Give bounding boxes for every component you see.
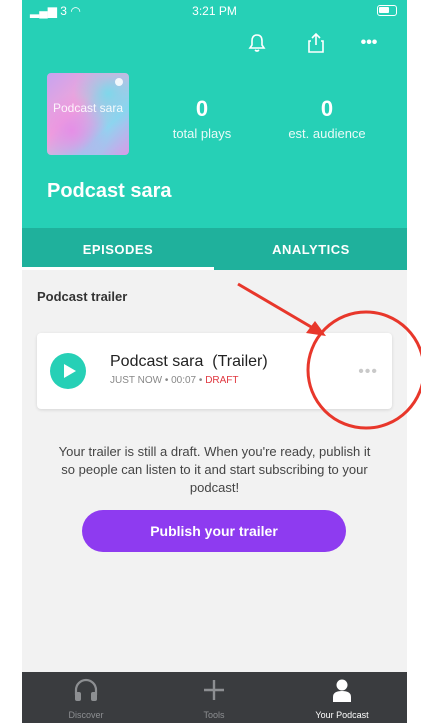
battery-icon xyxy=(377,5,397,16)
status-time: 3:21 PM xyxy=(192,4,237,18)
draft-message: Your trailer is still a draft. When you'… xyxy=(58,444,371,495)
person-icon xyxy=(278,677,406,703)
total-plays-stat: 0 total plays xyxy=(157,96,247,141)
nav-tools-label: Tools xyxy=(203,710,225,720)
total-plays-value: 0 xyxy=(195,96,209,121)
est-audience-value: 0 xyxy=(320,96,334,121)
publish-trailer-button[interactable]: Publish your trailer xyxy=(82,510,346,552)
est-audience-stat: 0 est. audience xyxy=(272,96,382,141)
podcast-title: Podcast sara xyxy=(47,180,172,202)
bell-icon[interactable] xyxy=(244,30,270,56)
podcast-artwork: Podcast sara xyxy=(47,73,129,155)
artwork-text: Podcast sara xyxy=(52,101,124,115)
tab-bar: EPISODES ANALYTICS xyxy=(22,228,407,270)
episode-title: Podcast sara (Trailer) xyxy=(110,353,268,370)
tab-episodes[interactable]: EPISODES xyxy=(22,228,214,270)
more-options-icon[interactable]: ••• xyxy=(356,30,382,56)
ellipsis-icon[interactable]: ••• xyxy=(358,363,378,381)
total-plays-label: total plays xyxy=(172,126,232,141)
episode-card[interactable]: Podcast sara (Trailer) JUST NOW • 00:07 … xyxy=(37,333,392,409)
nav-your-podcast[interactable]: Your Podcast xyxy=(278,672,406,723)
plus-icon xyxy=(150,677,278,703)
nav-tools[interactable]: Tools xyxy=(150,672,278,723)
app-screen: ▂▄▆ 3 ◠ 3:21 PM ••• Podcast sara 0 total… xyxy=(22,0,407,723)
tab-analytics[interactable]: ANALYTICS xyxy=(215,228,407,270)
nav-discover-label: Discover xyxy=(68,710,104,720)
episode-meta-text: JUST NOW • 00:07 • xyxy=(110,375,206,386)
share-icon[interactable] xyxy=(303,30,329,56)
artwork-badge-icon xyxy=(115,78,123,86)
status-bar: ▂▄▆ 3 ◠ 3:21 PM xyxy=(22,0,407,22)
bottom-nav: Discover Tools Your Podcast xyxy=(22,672,407,723)
headphones-icon xyxy=(22,677,150,703)
podcast-header: ▂▄▆ 3 ◠ 3:21 PM ••• Podcast sara 0 total… xyxy=(22,0,407,270)
nav-your-podcast-label: Your Podcast xyxy=(315,710,369,720)
play-icon[interactable] xyxy=(50,353,86,389)
draft-badge: DRAFT xyxy=(205,375,239,386)
nav-discover[interactable]: Discover xyxy=(22,672,150,723)
est-audience-label: est. audience xyxy=(288,126,366,141)
section-label-trailer: Podcast trailer xyxy=(37,289,128,304)
episode-meta: JUST NOW • 00:07 • DRAFT xyxy=(110,375,239,386)
